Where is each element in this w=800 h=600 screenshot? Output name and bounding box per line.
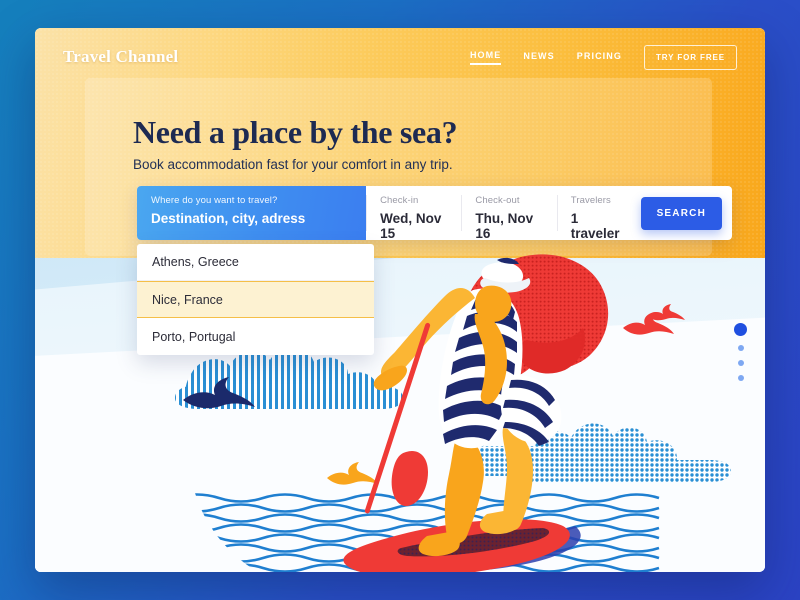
destination-label: Where do you want to travel? bbox=[151, 195, 278, 206]
carousel-dot-2[interactable] bbox=[737, 345, 744, 351]
search-button-container: SEARCH bbox=[640, 186, 732, 240]
page-title: Need a place by the sea? bbox=[133, 114, 458, 150]
page-card: Travel Channel HOME NEWS PRICING TRY FOR… bbox=[35, 28, 765, 572]
search-bar: Where do you want to travel? Destination… bbox=[137, 186, 732, 241]
travelers-value[interactable]: 1 traveler bbox=[571, 211, 627, 241]
travelers-label: Travelers bbox=[570, 195, 611, 206]
destination-field[interactable]: Where do you want to travel? Destination… bbox=[137, 186, 367, 240]
destination-input[interactable]: Destination, city, adress bbox=[151, 211, 352, 226]
checkout-value[interactable]: Thu, Nov 16 bbox=[475, 211, 542, 241]
destination-suggestions-dropdown: Athens, Greece Nice, France Porto, Portu… bbox=[137, 244, 374, 355]
checkin-field[interactable]: Check-in Wed, Nov 15 bbox=[366, 186, 461, 241]
nav-item-pricing[interactable]: PRICING bbox=[577, 51, 622, 64]
nav-item-news[interactable]: NEWS bbox=[523, 51, 554, 64]
suggestion-item-nice[interactable]: Nice, France bbox=[137, 281, 374, 318]
carousel-dots bbox=[734, 323, 747, 381]
nav-item-home[interactable]: HOME bbox=[469, 50, 502, 65]
suggestion-item-athens[interactable]: Athens, Greece bbox=[137, 244, 374, 281]
travelers-field[interactable]: Travelers 1 traveler bbox=[556, 186, 641, 241]
hero-text: Need a place by the sea? Book accommodat… bbox=[133, 114, 458, 172]
carousel-dot-3[interactable] bbox=[737, 360, 744, 366]
carousel-dot-4[interactable] bbox=[737, 375, 744, 381]
page-subtitle: Book accommodation fast for your comfort… bbox=[133, 156, 453, 172]
nav-links: HOME NEWS PRICING TRY FOR FREE bbox=[469, 44, 737, 70]
suggestion-item-porto[interactable]: Porto, Portugal bbox=[137, 318, 374, 355]
carousel-dot-1[interactable] bbox=[734, 323, 747, 336]
try-for-free-button[interactable]: TRY FOR FREE bbox=[643, 44, 737, 70]
brand-logo[interactable]: Travel Channel bbox=[63, 47, 178, 67]
top-navigation-bar: Travel Channel HOME NEWS PRICING TRY FOR… bbox=[35, 28, 765, 86]
checkout-field[interactable]: Check-out Thu, Nov 16 bbox=[461, 186, 556, 241]
search-button[interactable]: SEARCH bbox=[640, 196, 722, 230]
checkin-label: Check-in bbox=[380, 195, 419, 206]
checkout-label: Check-out bbox=[475, 195, 520, 206]
checkin-value[interactable]: Wed, Nov 15 bbox=[380, 211, 447, 241]
